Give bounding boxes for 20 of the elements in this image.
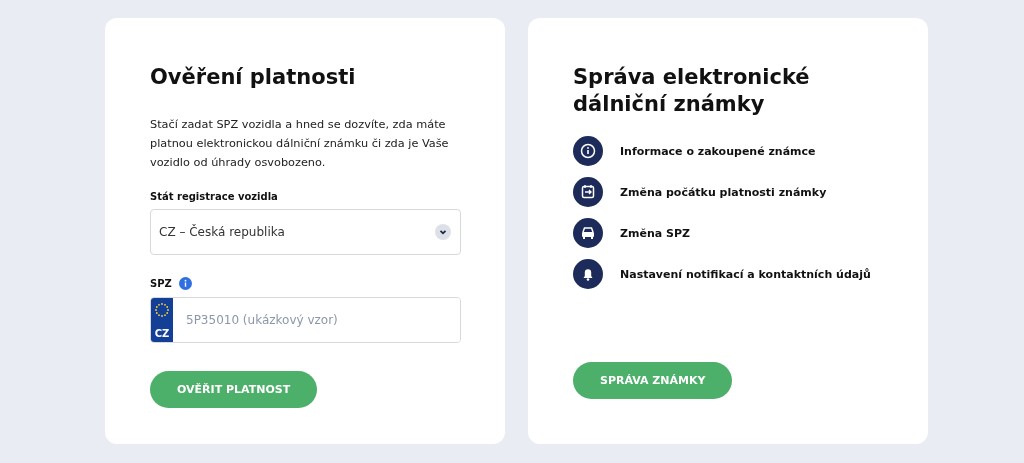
feature-label: Změna SPZ	[620, 226, 690, 240]
calendar-icon	[573, 177, 603, 207]
info-icon[interactable]	[178, 277, 192, 290]
feature-label: Informace o zakoupené známce	[620, 144, 816, 158]
chevron-down-icon	[435, 224, 451, 240]
card-title: Správa elektronické dálniční známky	[573, 64, 811, 118]
field-label: SPZ	[150, 278, 172, 289]
info-icon	[573, 136, 603, 166]
bell-icon	[573, 259, 603, 289]
car-icon	[573, 218, 603, 248]
country-select[interactable]: CZ – Česká republika	[150, 209, 461, 255]
plate-field[interactable]: CZ 5P35010 (ukázkový vzor)	[150, 297, 461, 343]
description-text: Stačí zadat SPZ vozidla a hned se dozvíte, zda máte platnou elektronickou dálniční známku či zda je Vaše vozidlo od úhrady osvobozeno.	[150, 117, 450, 171]
country-code: CZ	[154, 328, 170, 339]
select-value: CZ – Česká republika	[159, 225, 285, 239]
card-title: Ověření platnosti	[150, 64, 357, 91]
eu-stars-icon	[154, 302, 170, 318]
feature-label: Změna počátku platnosti známky	[620, 185, 827, 199]
feature-label: Nastavení notifikací a kontaktních údajů	[620, 267, 871, 281]
field-label: Stát registrace vozidla	[150, 191, 279, 202]
